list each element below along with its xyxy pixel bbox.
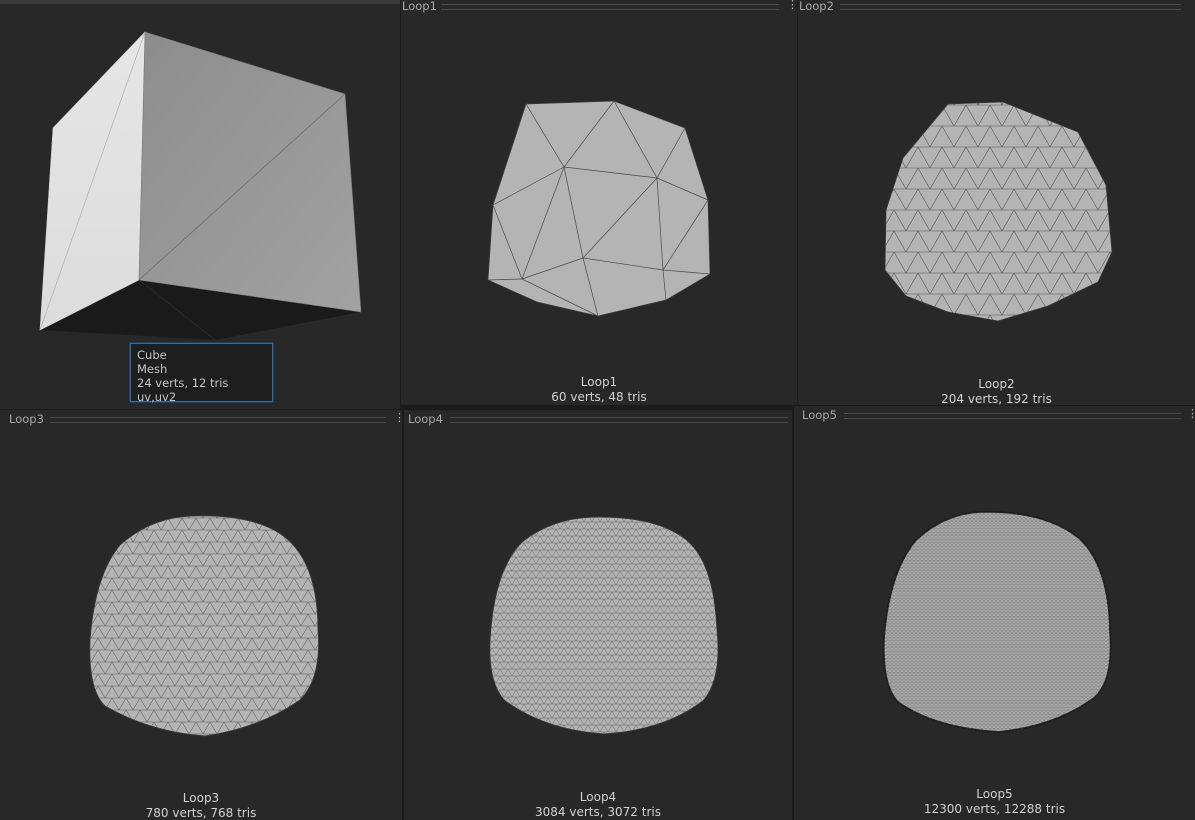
tooltip-stats: 24 verts, 12 tris [137, 376, 229, 390]
loop1-caption: Loop1 60 verts, 48 tris [401, 375, 797, 405]
loop4-mesh-preview[interactable] [404, 410, 792, 820]
tooltip-type: Mesh [137, 362, 168, 376]
loop3-mesh-preview[interactable] [0, 410, 402, 820]
loop5-title: Loop5 [976, 787, 1013, 801]
loop1-panel: Loop1 ⋮ Loop1 60 verts, 48 tris [401, 0, 797, 405]
tooltip-name: Cube [137, 348, 167, 362]
loop3-stats: 780 verts, 768 tris [145, 806, 257, 820]
loop5-stats: 12300 verts, 12288 tris [923, 802, 1066, 816]
loop5-panel: Loop5 ⋮ Loop5 12300 verts, 12288 tris [794, 406, 1195, 820]
mesh-info-tooltip: Cube Mesh 24 verts, 12 tris uv,uv2 [130, 343, 273, 404]
tooltip-channels: uv,uv2 [137, 390, 177, 404]
loop2-panel: Loop2 Loop2 204 verts, 192 tris [798, 0, 1195, 405]
loop5-mesh-preview[interactable] [794, 406, 1195, 820]
loop1-mesh-preview[interactable] [401, 0, 797, 405]
loop1-stats: 60 verts, 48 tris [551, 390, 647, 404]
loop2-title: Loop2 [978, 377, 1015, 391]
loop3-title: Loop3 [182, 791, 220, 805]
loop4-caption: Loop4 3084 verts, 3072 tris [404, 790, 792, 820]
loop4-title: Loop4 [579, 790, 617, 804]
loop4-panel: Loop4 Loop4 3084 verts, 3072 tris [404, 410, 792, 820]
loop3-caption: Loop3 780 verts, 768 tris [0, 791, 402, 820]
loop4-stats: 3084 verts, 3072 tris [535, 805, 661, 819]
loop2-stats: 204 verts, 192 tris [941, 392, 1052, 405]
loop3-panel: Loop3 ⋮ Loop3 780 verts, 768 tris [0, 410, 402, 820]
loop2-caption: Loop2 204 verts, 192 tris [798, 377, 1195, 405]
loop2-mesh-preview[interactable] [798, 0, 1195, 405]
loop1-title: Loop1 [580, 375, 618, 389]
cube-preview-panel: Cube Mesh 24 verts, 12 tris uv,uv2 [0, 0, 400, 409]
loop5-caption: Loop5 12300 verts, 12288 tris [794, 787, 1195, 817]
